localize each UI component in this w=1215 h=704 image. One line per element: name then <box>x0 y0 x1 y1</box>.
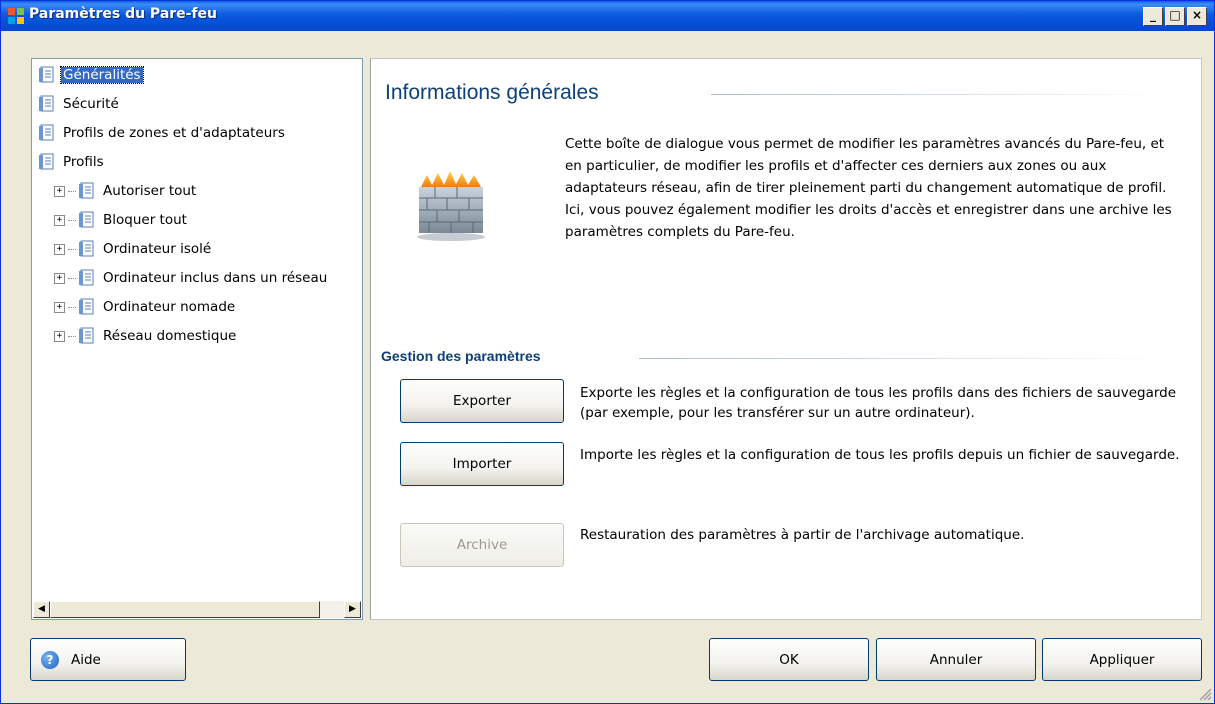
content-panel: Informations générales Cette boîte de di… <box>370 58 1202 620</box>
tree-item[interactable]: Généralités <box>38 65 144 85</box>
help-icon: ? <box>41 650 59 669</box>
document-list-icon <box>78 298 101 316</box>
archive-description: Restauration des paramètres à partir de … <box>580 527 1025 543</box>
expand-icon[interactable]: + <box>54 214 65 226</box>
tree-connector <box>68 248 76 250</box>
cancel-button[interactable]: Annuler <box>876 638 1036 681</box>
tree-item-label: Généralités <box>60 66 144 84</box>
tree-item[interactable]: Profils <box>38 152 106 172</box>
section-heading: Gestion des paramètres <box>381 348 541 364</box>
tree-connector <box>68 335 76 337</box>
title-bar[interactable]: Paramètres du Pare-feu _ □ × <box>1 1 1214 31</box>
apply-button[interactable]: Appliquer <box>1042 638 1202 681</box>
tree-item[interactable]: + Ordinateur inclus dans un réseau <box>54 268 329 288</box>
tree-item-label: Autoriser tout <box>103 183 197 199</box>
document-list-icon <box>78 240 101 258</box>
tree-item[interactable]: + Ordinateur nomade <box>54 297 237 317</box>
scroll-right-button[interactable]: ▶ <box>344 601 361 618</box>
firewall-settings-window: Paramètres du Pare-feu _ □ × Généralités… <box>0 0 1215 704</box>
tree-item-label: Bloquer tout <box>103 212 187 228</box>
import-description: Importe les règles et la configuration d… <box>580 447 1180 463</box>
tree-item-label: Sécurité <box>63 96 119 112</box>
tree-connector <box>68 219 76 221</box>
tree-item-label: Profils de zones et d'adaptateurs <box>63 125 285 141</box>
minimize-button[interactable]: _ <box>1143 7 1163 26</box>
firewall-icon <box>417 171 485 241</box>
expand-icon[interactable]: + <box>54 301 65 313</box>
document-list-icon <box>78 269 101 287</box>
expand-icon[interactable]: + <box>54 185 65 197</box>
scroll-left-button[interactable]: ◀ <box>33 601 50 618</box>
export-description: Exporte les règles et la configuration d… <box>580 385 1177 421</box>
resize-grip-icon[interactable] <box>1198 687 1212 701</box>
tree-item-label: Profils <box>63 154 104 170</box>
archive-button[interactable]: Archive <box>400 523 564 567</box>
tree-connector <box>68 190 76 192</box>
tree-item[interactable]: Profils de zones et d'adaptateurs <box>38 123 287 143</box>
tree-item[interactable]: Sécurité <box>38 94 121 114</box>
tree-item[interactable]: + Bloquer tout <box>54 210 189 230</box>
help-button[interactable]: ? Aide <box>30 638 186 681</box>
document-list-icon <box>78 327 101 345</box>
export-button[interactable]: Exporter <box>400 379 564 423</box>
description-text: Cette boîte de dialogue vous permet de m… <box>565 136 1172 240</box>
tree-connector <box>68 306 76 308</box>
section-divider <box>639 358 1169 359</box>
expand-icon[interactable]: + <box>54 243 65 255</box>
tree-item-label: Réseau domestique <box>103 328 237 344</box>
tree-item[interactable]: + Ordinateur isolé <box>54 239 213 259</box>
scroll-track[interactable] <box>50 601 344 618</box>
title-divider <box>711 94 1171 95</box>
maximize-button[interactable]: □ <box>1165 7 1185 26</box>
tree-item[interactable]: + Autoriser tout <box>54 181 198 201</box>
ok-button[interactable]: OK <box>709 638 869 681</box>
firewall-app-icon <box>8 8 24 24</box>
document-list-icon <box>38 95 61 113</box>
tree-item-label: Ordinateur isolé <box>103 241 212 257</box>
scroll-thumb[interactable] <box>50 601 320 618</box>
import-button[interactable]: Importer <box>400 442 564 486</box>
tree-item[interactable]: + Réseau domestique <box>54 326 238 346</box>
window-title: Paramètres du Pare-feu <box>29 6 218 22</box>
horizontal-scrollbar[interactable]: ◀ ▶ <box>33 601 361 618</box>
document-list-icon <box>78 182 101 200</box>
expand-icon[interactable]: + <box>54 330 65 342</box>
document-list-icon <box>78 211 101 229</box>
tree-item-label: Ordinateur nomade <box>103 299 236 315</box>
settings-tree[interactable]: Généralités Sécurité Profils de zones et d… <box>31 58 363 620</box>
document-list-icon <box>38 153 61 171</box>
page-title: Informations générales <box>385 81 599 104</box>
document-list-icon <box>38 124 61 142</box>
tree-connector <box>68 277 76 279</box>
help-label: Aide <box>71 651 101 668</box>
document-list-icon <box>38 66 61 84</box>
tree-item-label: Ordinateur inclus dans un réseau <box>103 270 328 286</box>
expand-icon[interactable]: + <box>54 272 65 284</box>
close-button[interactable]: × <box>1187 7 1207 26</box>
